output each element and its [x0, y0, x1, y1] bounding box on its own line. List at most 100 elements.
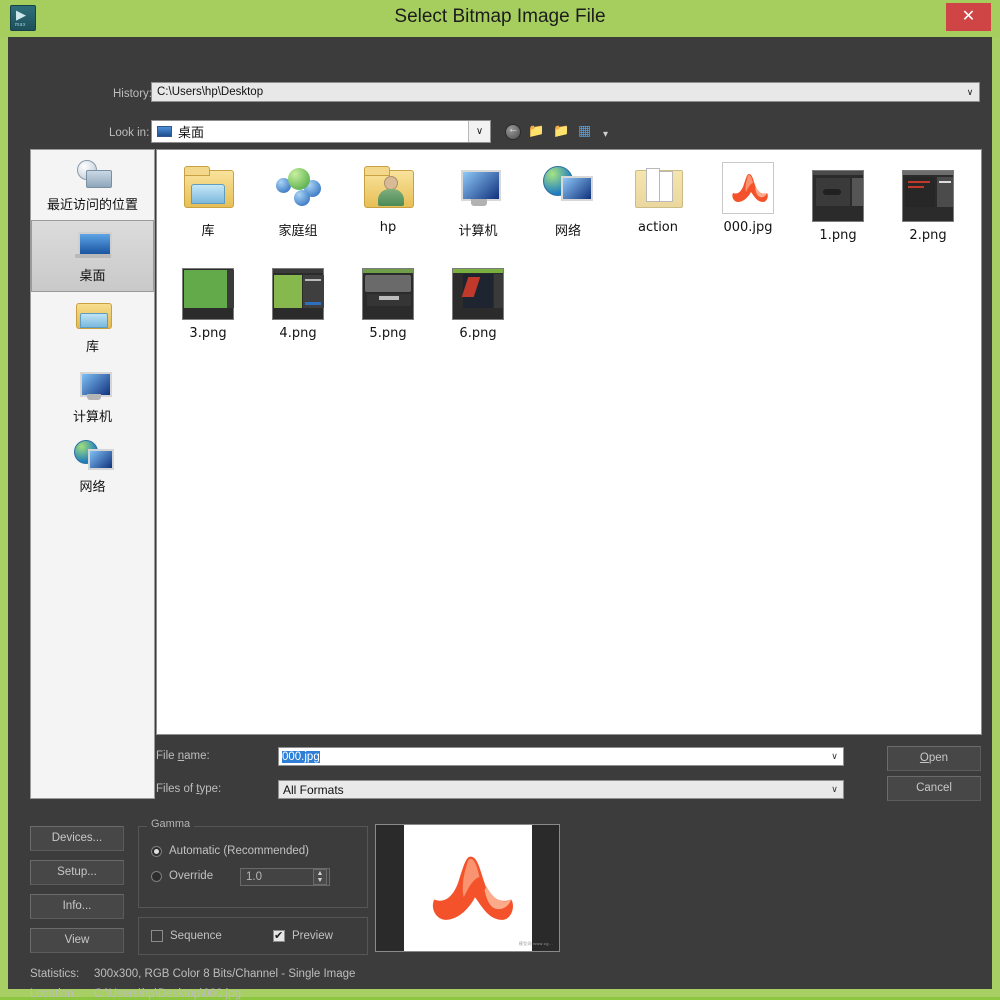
sidebar-item-recent[interactable]: 最近访问的位置	[31, 150, 154, 220]
file-name-label: 3.png	[189, 326, 227, 341]
view-menu-icon[interactable]	[578, 122, 596, 141]
list-item[interactable]: 计算机	[433, 158, 523, 256]
list-item[interactable]: 6.png	[433, 256, 523, 354]
radio-icon	[151, 870, 162, 882]
gamma-automatic-radio[interactable]: Automatic (Recommended)	[151, 845, 309, 857]
file-list[interactable]: 库 家庭组 hp 计算机 网络 action 000.jpg 1.png 2.p…	[156, 149, 982, 735]
file-name-label: 2.png	[909, 228, 947, 243]
filetype-value: All Formats	[283, 782, 344, 797]
sidebar-item-computer[interactable]: 计算机	[31, 362, 154, 432]
recent-places-icon	[73, 156, 113, 192]
list-item[interactable]: 1.png	[793, 158, 883, 256]
view-button[interactable]: View	[30, 928, 124, 953]
list-item[interactable]: 2.png	[883, 158, 973, 256]
radio-icon	[151, 845, 162, 857]
homegroup-icon	[272, 162, 324, 214]
image-thumbnail	[902, 170, 954, 222]
statistics-value: 300x300, RGB Color 8 Bits/Channel - Sing…	[94, 968, 356, 980]
location-label: Location:	[30, 988, 77, 1000]
file-name-label: 网络	[554, 224, 581, 239]
gamma-group	[138, 826, 368, 908]
sidebar-item-label: 库	[85, 340, 99, 355]
places-sidebar: 最近访问的位置 桌面 库 计算机 网络	[30, 149, 155, 799]
history-chevron-down-icon[interactable]: ∨	[961, 87, 979, 98]
file-name-label: 计算机	[458, 224, 498, 239]
file-name-label: 5.png	[369, 326, 407, 341]
library-folder-icon	[182, 162, 234, 214]
filename-selected-text: 000.jpg	[282, 750, 320, 763]
checkbox-checked-icon	[273, 929, 285, 942]
sidebar-item-network[interactable]: 网络	[31, 432, 154, 502]
history-combobox[interactable]: C:\Users\hp\Desktop ∨	[151, 82, 980, 102]
sequence-checkbox[interactable]: Sequence	[151, 930, 222, 942]
lookin-label: Look in:	[109, 127, 150, 139]
statistics-label: Statistics:	[30, 968, 80, 980]
close-button[interactable]: ✕	[946, 3, 991, 31]
lookin-chevron-down-icon[interactable]: ∨	[468, 121, 490, 142]
preview-checkbox[interactable]: Preview	[273, 929, 333, 942]
list-item[interactable]: 家庭组	[253, 158, 343, 256]
image-thumbnail	[452, 268, 504, 320]
file-name-label: 000.jpg	[723, 220, 773, 235]
image-thumbnail	[272, 268, 324, 320]
navigation-toolbar	[505, 122, 612, 142]
title-bar: ▶ max Select Bitmap Image File ✕	[0, 0, 1000, 37]
desktop-icon	[73, 227, 113, 263]
location-value: C:\Users\hp\Desktop\000.jpg	[94, 988, 242, 1000]
file-name-label: 4.png	[279, 326, 317, 341]
filetype-label: Files of type:	[156, 783, 222, 795]
file-name-label: 6.png	[459, 326, 497, 341]
sidebar-item-desktop[interactable]: 桌面	[31, 220, 154, 292]
cancel-button[interactable]: Cancel	[887, 776, 981, 801]
list-item[interactable]: 4.png	[253, 256, 343, 354]
gamma-automatic-label: Automatic (Recommended)	[169, 845, 309, 857]
preview-image	[432, 856, 513, 920]
filetype-select[interactable]: All Formats ∨	[278, 780, 844, 799]
list-item[interactable]: 5.png	[343, 256, 433, 354]
gamma-stepper[interactable]: ▲ ▼	[313, 869, 327, 885]
history-label: History:	[113, 88, 152, 100]
preview-label: Preview	[292, 930, 333, 942]
gamma-legend: Gamma	[147, 818, 195, 830]
filename-chevron-down-icon[interactable]: ∨	[826, 751, 843, 762]
lookin-combobox[interactable]: 桌面 ∨	[151, 120, 491, 143]
new-folder-icon[interactable]	[553, 123, 571, 141]
checkbox-icon	[151, 930, 163, 942]
libraries-icon	[73, 298, 113, 334]
list-item[interactable]: action	[613, 158, 703, 256]
network-icon	[542, 162, 594, 214]
user-folder-icon	[362, 162, 414, 214]
preview-watermark: 模型网 www.cg...	[518, 941, 553, 946]
filename-input[interactable]: 000.jpg ∨	[278, 747, 844, 766]
filename-value: 000.jpg	[279, 750, 826, 763]
devices-button[interactable]: Devices...	[30, 826, 124, 851]
stepper-down-icon[interactable]: ▼	[317, 877, 324, 884]
list-item[interactable]: 库	[163, 158, 253, 256]
filetype-chevron-down-icon[interactable]: ∨	[826, 784, 843, 795]
file-name-label: hp	[379, 220, 397, 235]
open-button[interactable]: Open	[887, 746, 981, 771]
side-button-group: Devices... Setup... Info... View	[30, 826, 124, 962]
sidebar-item-libraries[interactable]: 库	[31, 292, 154, 362]
sidebar-item-label: 最近访问的位置	[46, 198, 138, 213]
list-item[interactable]: hp	[343, 158, 433, 256]
sidebar-item-label: 计算机	[72, 410, 112, 425]
filename-label: File name:	[156, 750, 210, 762]
list-item[interactable]: 000.jpg	[703, 158, 793, 256]
list-item[interactable]: 3.png	[163, 256, 253, 354]
computer-icon	[452, 162, 504, 214]
list-item[interactable]: 网络	[523, 158, 613, 256]
image-thumbnail	[812, 170, 864, 222]
back-icon[interactable]	[505, 123, 521, 140]
up-folder-icon[interactable]	[528, 123, 546, 141]
history-value: C:\Users\hp\Desktop	[157, 86, 264, 98]
info-button[interactable]: Info...	[30, 894, 124, 919]
stepper-up-icon[interactable]: ▲	[317, 870, 324, 877]
image-preview: 模型网 www.cg...	[375, 824, 560, 952]
gamma-override-label: Override	[169, 870, 214, 882]
image-thumbnail	[362, 268, 414, 320]
file-name-label: 库	[201, 224, 215, 239]
setup-button[interactable]: Setup...	[30, 860, 124, 885]
gamma-override-radio[interactable]: Override	[151, 870, 213, 882]
file-name-label: 家庭组	[278, 224, 318, 239]
